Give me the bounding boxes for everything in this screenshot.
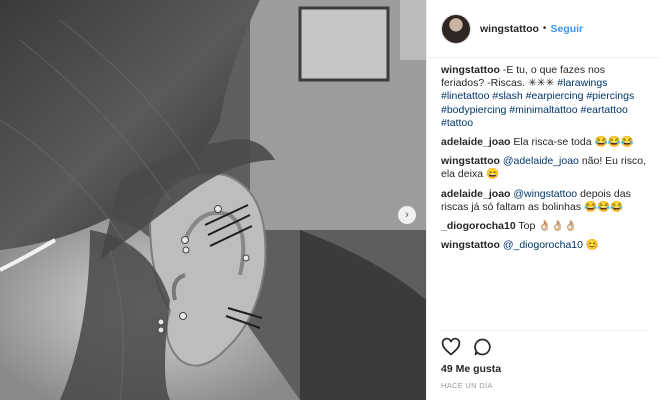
comment-text: Top 👌🏼👌🏼👌🏼 bbox=[518, 220, 578, 233]
comment-item: wingstattoo @adelaide_joao não! Eu risco… bbox=[441, 155, 648, 181]
post-timestamp: HACE UN DÍA bbox=[441, 381, 493, 390]
comment-mention[interactable]: @adelaide_joao bbox=[503, 155, 579, 167]
comment-username[interactable]: adelaide_joao bbox=[441, 136, 510, 148]
post-side-panel: wingstattoo • Seguir wingstattoo -E tu, … bbox=[426, 0, 660, 400]
comment-item: _diogorocha10 Top 👌🏼👌🏼👌🏼 bbox=[441, 220, 648, 233]
caption-username[interactable]: wingstattoo bbox=[441, 64, 500, 76]
follow-button[interactable]: Seguir bbox=[550, 23, 583, 35]
comment-item: wingstattoo @_diogorocha10 😊 bbox=[441, 239, 648, 252]
post-actions: 49 Me gusta HACE UN DÍA bbox=[441, 330, 648, 390]
comment-icon[interactable] bbox=[473, 337, 493, 357]
comment-text: Ela risca-se toda 😂😂😂 bbox=[513, 136, 634, 149]
comment-username[interactable]: wingstattoo bbox=[441, 239, 500, 251]
caption: wingstattoo -E tu, o que fazes nos feria… bbox=[441, 64, 648, 130]
next-photo-button[interactable]: › bbox=[398, 206, 416, 224]
post-photo: › bbox=[0, 0, 426, 400]
comment-username[interactable]: _diogorocha10 bbox=[441, 220, 516, 232]
comment-username[interactable]: wingstattoo bbox=[441, 155, 500, 167]
comment-mention[interactable]: @wingstattoo bbox=[513, 188, 577, 200]
heart-icon[interactable] bbox=[441, 337, 461, 357]
comment-mention[interactable]: @_diogorocha10 bbox=[503, 239, 583, 251]
chevron-right-icon: › bbox=[405, 208, 409, 221]
comments-list: wingstattoo -E tu, o que fazes nos feria… bbox=[441, 64, 648, 258]
comment-item: adelaide_joao @wingstattoo depois das ri… bbox=[441, 188, 648, 214]
ear-photo bbox=[0, 0, 426, 400]
comment-item: adelaide_joao Ela risca-se toda 😂😂😂 bbox=[441, 136, 648, 149]
likes-count[interactable]: 49 Me gusta bbox=[441, 363, 648, 375]
action-icons bbox=[441, 335, 648, 359]
post-header: wingstattoo • Seguir bbox=[427, 0, 660, 58]
avatar[interactable] bbox=[441, 13, 471, 44]
header-separator: • bbox=[542, 23, 547, 34]
comment-text: 😊 bbox=[582, 239, 599, 252]
header-username[interactable]: wingstattoo bbox=[480, 23, 539, 35]
comment-username[interactable]: adelaide_joao bbox=[441, 188, 510, 200]
